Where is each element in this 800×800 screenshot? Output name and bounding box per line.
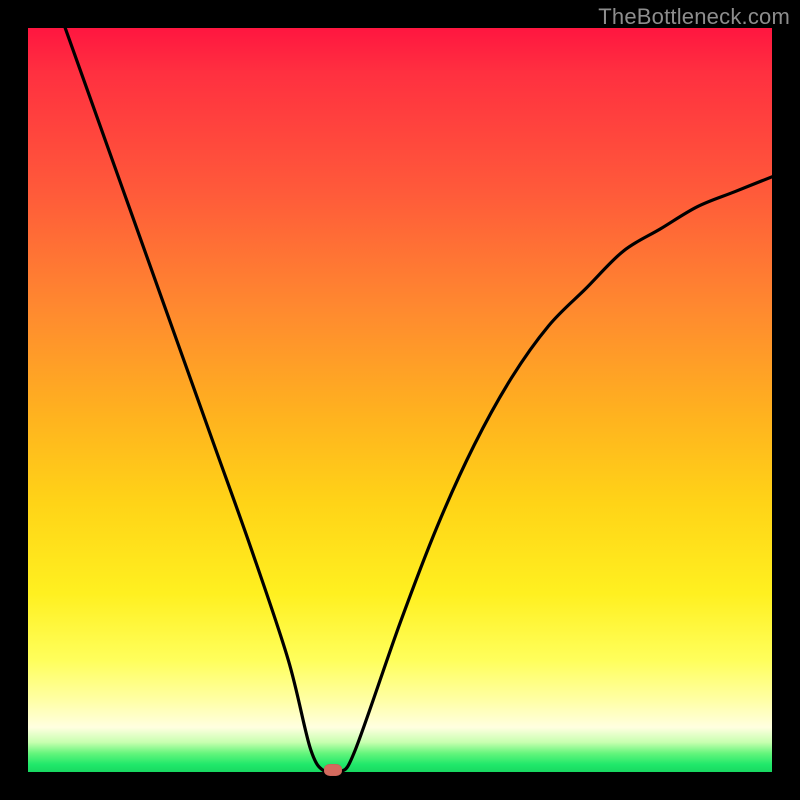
watermark-text: TheBottleneck.com xyxy=(598,4,790,30)
chart-frame: TheBottleneck.com xyxy=(0,0,800,800)
optimal-point-marker xyxy=(324,764,342,776)
bottleneck-curve xyxy=(28,28,772,772)
chart-plot-area xyxy=(28,28,772,772)
